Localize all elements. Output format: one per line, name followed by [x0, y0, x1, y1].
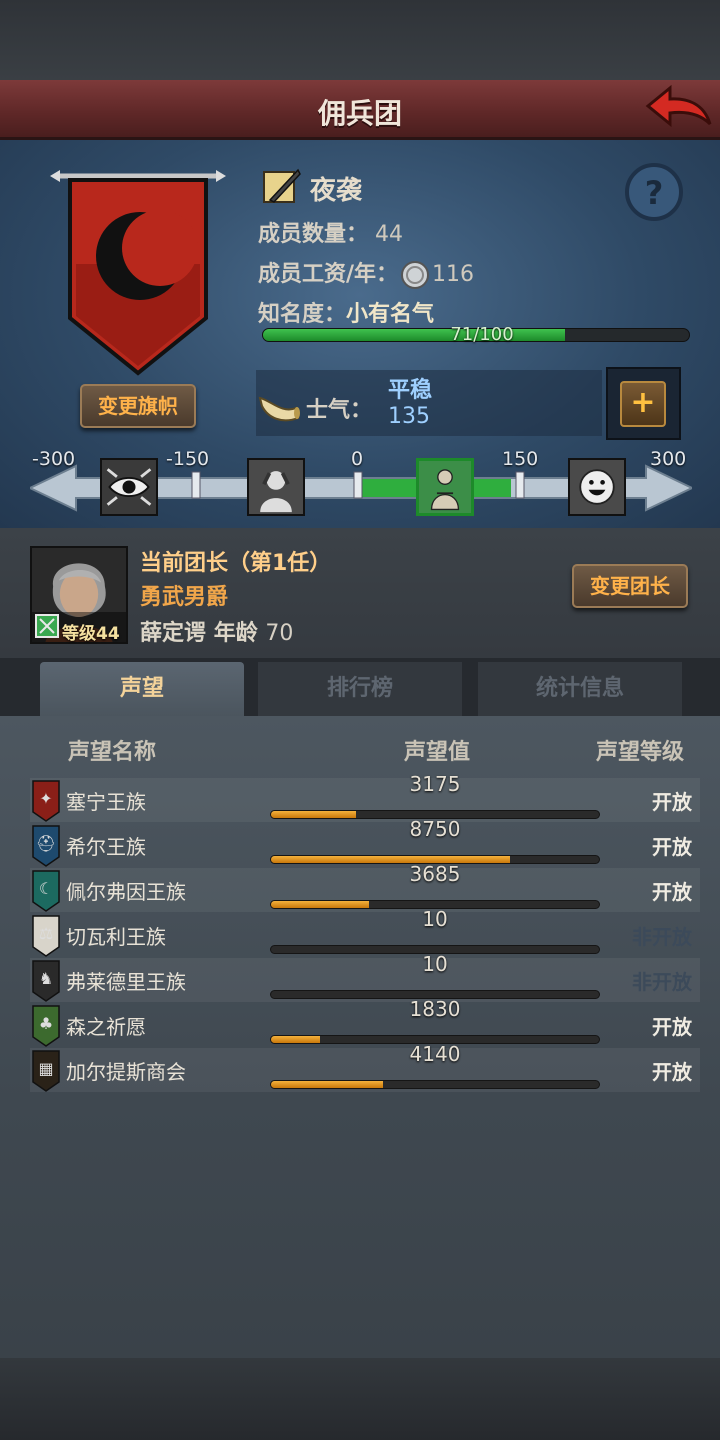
- table-row[interactable]: ♣ 森之祈愿 1830 开放: [30, 997, 700, 1047]
- eye-icon: [100, 458, 158, 516]
- svg-text:⛑: ⛑: [36, 834, 56, 853]
- header-reputation-name: 声望名称: [68, 740, 157, 765]
- table-row[interactable]: ▦ 加尔提斯商会 4140 开放: [30, 1042, 700, 1092]
- members-value: 44: [375, 222, 404, 247]
- row-progress-bar: [270, 1080, 600, 1089]
- calm-figure-icon: [416, 458, 474, 516]
- table-row[interactable]: ☾ 佩尔弗因王族 3685 开放: [30, 862, 700, 912]
- top-dark-strip: [0, 0, 720, 80]
- row-value: 3175: [409, 772, 461, 796]
- scales-crest-icon: ⚖: [32, 915, 60, 957]
- despair-icon: [247, 458, 305, 516]
- guild-crest-icon: ▦: [32, 1050, 60, 1092]
- svg-text:✦: ✦: [39, 789, 52, 808]
- row-status: 开放: [652, 1015, 692, 1039]
- row-status: 非开放: [632, 970, 692, 994]
- table-row[interactable]: ⚖ 切瓦利王族 10 非开放: [30, 907, 700, 957]
- oak-crest-icon: ♣: [32, 1005, 60, 1047]
- leader-age-label: 年龄: [213, 621, 258, 646]
- header-reputation-value: 声望值: [404, 740, 471, 765]
- wage-label: 成员工资/年：: [258, 262, 399, 287]
- bottom-dark-strip: [0, 1358, 720, 1440]
- members-line: 成员数量： 44: [258, 216, 403, 248]
- leader-title: 当前团长（第1任）: [140, 551, 332, 576]
- row-progress-fill: [271, 1081, 383, 1088]
- change-leader-button[interactable]: 变更团长: [572, 564, 688, 608]
- leader-name: 薛定谔: [140, 621, 207, 646]
- row-name: 切瓦利王族: [66, 925, 166, 949]
- svg-text:☾: ☾: [39, 879, 53, 898]
- morale-state: 平稳: [388, 378, 433, 403]
- help-icon[interactable]: ?: [624, 162, 684, 222]
- svg-text:▦: ▦: [38, 1059, 53, 1078]
- silver-coin-icon: [401, 261, 430, 289]
- row-name: 塞宁王族: [66, 790, 146, 814]
- row-status: 开放: [652, 1060, 692, 1084]
- leader-rank: 勇武男爵: [140, 585, 229, 610]
- row-name: 加尔提斯商会: [66, 1060, 186, 1084]
- morale-label: 士气：: [306, 398, 373, 423]
- row-value: 10: [422, 907, 448, 931]
- change-flag-button[interactable]: 变更旗帜: [80, 384, 196, 428]
- leader-age-value: 70: [265, 621, 294, 646]
- leader-level: 等级44: [62, 624, 120, 644]
- scale-label-neg150: -150: [166, 448, 210, 470]
- row-name: 希尔王族: [66, 835, 146, 859]
- row-status: 开放: [652, 835, 692, 859]
- page-title: 佣兵团: [317, 97, 402, 130]
- row-status: 非开放: [632, 925, 692, 949]
- row-value: 8750: [409, 817, 461, 841]
- row-value: 1830: [409, 997, 461, 1021]
- row-value: 10: [422, 952, 448, 976]
- morale-value: 135: [388, 404, 430, 429]
- fame-progress-text: 71/100: [450, 324, 514, 345]
- row-status: 开放: [652, 880, 692, 904]
- row-value: 3685: [409, 862, 461, 886]
- table-row[interactable]: ♞ 弗莱德里王族 10 非开放: [30, 952, 700, 1002]
- wage-value: 116: [432, 262, 475, 287]
- banner-flag-icon: [50, 170, 226, 376]
- tab-reputation[interactable]: 声望: [40, 662, 244, 716]
- helmet-crest-icon: ⛑: [32, 825, 60, 867]
- header-reputation-level: 声望等级: [596, 740, 685, 765]
- row-value: 4140: [409, 1042, 461, 1066]
- beast-crest-icon: ♞: [32, 960, 60, 1002]
- table-row[interactable]: ✦ 塞宁王族 3175 开放: [30, 772, 700, 822]
- tab-ranking[interactable]: 排行榜: [258, 662, 462, 716]
- scale-label-zero: 0: [351, 448, 364, 470]
- back-arrow-icon[interactable]: [644, 84, 714, 134]
- row-name: 佩尔弗因王族: [66, 880, 186, 904]
- crescent-crest-icon: ☾: [32, 870, 60, 912]
- scale-label-neg300: -300: [32, 448, 76, 470]
- svg-text:⚖: ⚖: [39, 924, 53, 943]
- tab-statistics[interactable]: 统计信息: [478, 662, 682, 716]
- scale-label-300: 300: [650, 448, 687, 470]
- leader-name-line: 薛定谔 年龄 70: [140, 615, 293, 647]
- table-row[interactable]: ⛑ 希尔王族 8750 开放: [30, 817, 700, 867]
- quill-edit-icon[interactable]: [262, 166, 302, 206]
- scale-label-150: 150: [502, 448, 539, 470]
- happy-face-icon: [568, 458, 626, 516]
- row-name: 森之祈愿: [66, 1015, 146, 1039]
- company-name: 夜袭: [310, 176, 363, 206]
- members-label: 成员数量：: [258, 222, 369, 247]
- svg-text:♣: ♣: [39, 1014, 53, 1033]
- svg-text:♞: ♞: [39, 969, 53, 988]
- morale-plus-button[interactable]: +: [620, 381, 666, 427]
- horn-icon: [258, 396, 300, 422]
- tree-crest-icon: ✦: [32, 780, 60, 822]
- title-bar: 佣兵团: [0, 80, 720, 140]
- wage-line: 成员工资/年： 116: [258, 256, 474, 290]
- row-status: 开放: [652, 790, 692, 814]
- row-name: 弗莱德里王族: [66, 970, 186, 994]
- svg-text:?: ?: [645, 174, 664, 212]
